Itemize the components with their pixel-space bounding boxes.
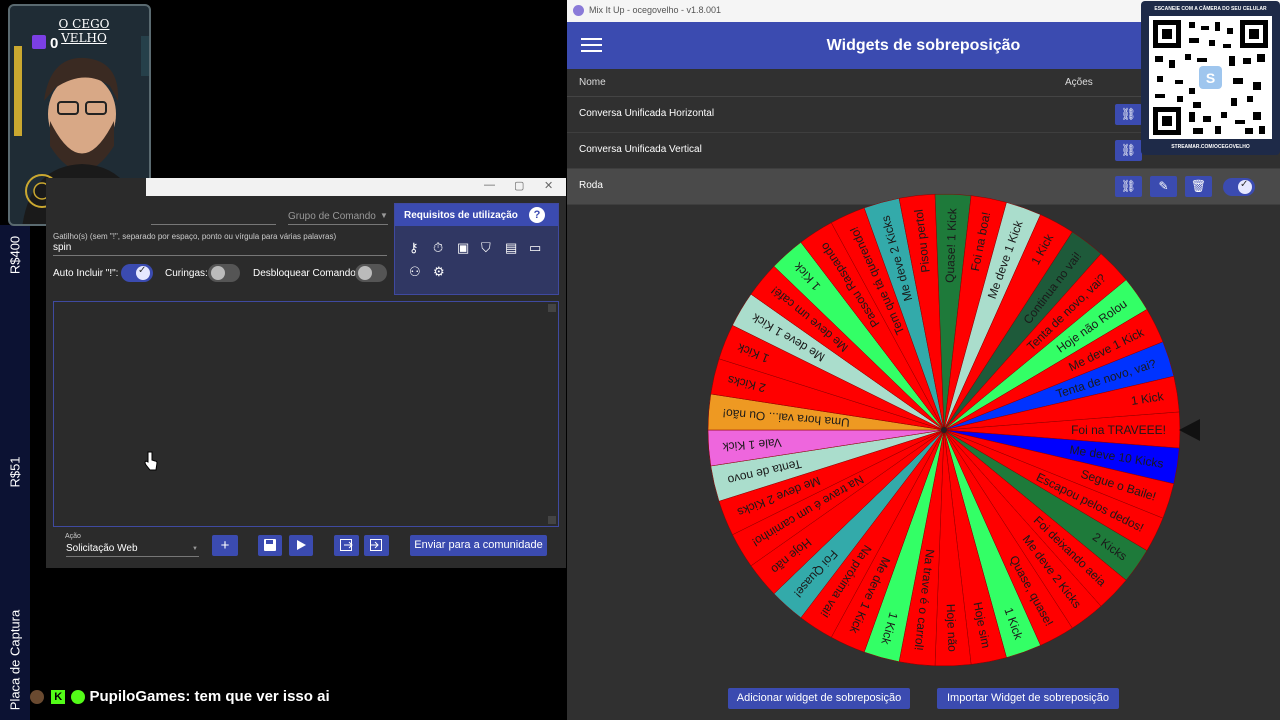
terminal-icon[interactable]: ▭ <box>529 240 541 256</box>
chevron-down-icon: ▼ <box>192 546 198 552</box>
trigger-input[interactable]: spin <box>53 242 71 253</box>
send-to-community-button[interactable]: Enviar para a comunidade <box>410 535 547 556</box>
widget-name: Conversa Unificada Horizontal <box>579 108 715 119</box>
column-header-actions: Ações <box>1065 77 1093 88</box>
link-button[interactable]: ⛓ <box>1115 104 1142 125</box>
add-widget-button[interactable]: Adicionar widget de sobreposição <box>728 688 910 709</box>
chat-message: K PupiloGames: tem que ver isso ai <box>30 688 330 705</box>
left-sidebar-strip: R$400 R$51 Placa de Captura <box>0 225 30 720</box>
trigger-underline <box>53 255 387 256</box>
capture-label: Placa de Captura <box>7 609 23 711</box>
mouse-cursor-icon <box>144 451 158 471</box>
play-icon <box>297 540 306 550</box>
import-button[interactable] <box>364 535 389 556</box>
chat-username: PupiloGames <box>89 688 186 705</box>
archive-icon[interactable]: ▤ <box>505 240 517 256</box>
timer-icon[interactable]: ⏱ <box>433 240 443 256</box>
scroll-up-handle[interactable] <box>548 304 556 312</box>
wheel-label: Hoje não <box>944 604 960 653</box>
currency-icon[interactable]: ▣ <box>457 240 469 256</box>
save-button[interactable] <box>258 535 282 556</box>
add-action-button[interactable]: + <box>212 535 238 556</box>
donation-label-top: R$400 <box>7 235 23 275</box>
auto-include-toggle[interactable] <box>121 264 153 282</box>
kick-icon: K <box>51 690 66 705</box>
wheel-center <box>941 427 947 433</box>
import-widget-button[interactable]: Importar Widget de sobreposição <box>937 688 1119 709</box>
qr-caption-bottom: STREAMAR.COM/OCEGOVELHO <box>1171 144 1250 150</box>
wheel-pointer-icon <box>1179 419 1200 441</box>
qr-code-icon: S <box>1149 16 1272 139</box>
action-select[interactable]: Solicitação Web <box>66 543 138 554</box>
requirements-header: Requisitos de utilização ? <box>395 204 558 226</box>
requirements-title: Requisitos de utilização <box>404 210 518 221</box>
svg-text:S: S <box>1206 70 1215 86</box>
command-name-field[interactable] <box>151 224 276 225</box>
link-icon: ⛓ <box>1120 107 1137 121</box>
auto-include-label: Auto Incluir "!": <box>53 268 119 279</box>
link-icon: ⛓ <box>1120 143 1137 157</box>
widget-name: Conversa Unificada Vertical <box>579 144 702 155</box>
requirements-panel: Requisitos de utilização ? ⚷ ⏱ ▣ ⛉ ▤ ▭ ⚇… <box>394 203 559 295</box>
minimize-icon[interactable]: — <box>484 179 495 191</box>
widget-enabled-toggle[interactable] <box>1223 178 1255 196</box>
prize-wheel: Foi na TRAVEEE!Me deve 10 KicksSegue o B… <box>707 193 1200 667</box>
window-title: Mix It Up - ocegovelho - v1.8.001 <box>589 5 722 15</box>
avatar <box>30 690 44 705</box>
action-editor-area[interactable] <box>53 301 559 527</box>
badge-icon <box>71 690 86 705</box>
chat-text: tem que ver isso ai <box>194 688 330 705</box>
import-icon <box>370 539 382 551</box>
qr-code-panel: ESCANEIE COM A CÂMERA DO SEU CELULAR S S… <box>1141 1 1280 155</box>
wheel-label: Quase! 1 Kick <box>943 207 960 283</box>
key-icon[interactable]: ⚷ <box>409 240 419 256</box>
group-select[interactable]: Grupo de Comando <box>288 211 376 222</box>
gear-icon[interactable]: ⚙ <box>433 264 445 280</box>
save-icon <box>264 539 276 551</box>
maximize-icon[interactable]: ▢ <box>514 179 524 192</box>
close-icon[interactable]: ✕ <box>544 179 553 192</box>
dialog-titlebar: — ▢ ✕ <box>146 178 566 196</box>
link-button[interactable]: ⛓ <box>1115 140 1142 161</box>
help-icon[interactable]: ? <box>529 207 545 223</box>
widget-name: Roda <box>579 180 603 191</box>
column-header-name: Nome <box>579 77 606 88</box>
users-icon[interactable]: ⚇ <box>409 264 421 280</box>
qr-caption-top: ESCANEIE COM A CÂMERA DO SEU CELULAR <box>1154 6 1267 12</box>
group-underline <box>288 224 388 225</box>
wheel-label: Foi na TRAVEEE! <box>1071 423 1166 437</box>
trigger-label: Gatilho(s) (sem "!", separado por espaço… <box>53 232 337 241</box>
action-label: Ação <box>65 533 81 540</box>
export-button[interactable] <box>334 535 359 556</box>
scroll-down-handle[interactable] <box>548 516 556 524</box>
wildcards-toggle[interactable] <box>208 264 240 282</box>
action-underline <box>66 556 199 557</box>
play-button[interactable] <box>289 535 313 556</box>
wildcards-label: Curingas: <box>165 268 208 279</box>
command-editor-window: — ▢ ✕ Grupo de Comando ▼ Gatilho(s) (sem… <box>46 178 566 568</box>
unlock-toggle[interactable] <box>355 264 387 282</box>
donation-label-mid: R$51 <box>7 456 23 488</box>
chevron-down-icon: ▼ <box>380 211 388 220</box>
export-icon <box>340 539 353 551</box>
app-logo-icon <box>573 5 584 16</box>
unlock-label: Desbloquear Comando: <box>253 268 359 279</box>
shield-icon[interactable]: ⛉ <box>481 240 491 256</box>
chat-separator: : <box>185 688 195 705</box>
